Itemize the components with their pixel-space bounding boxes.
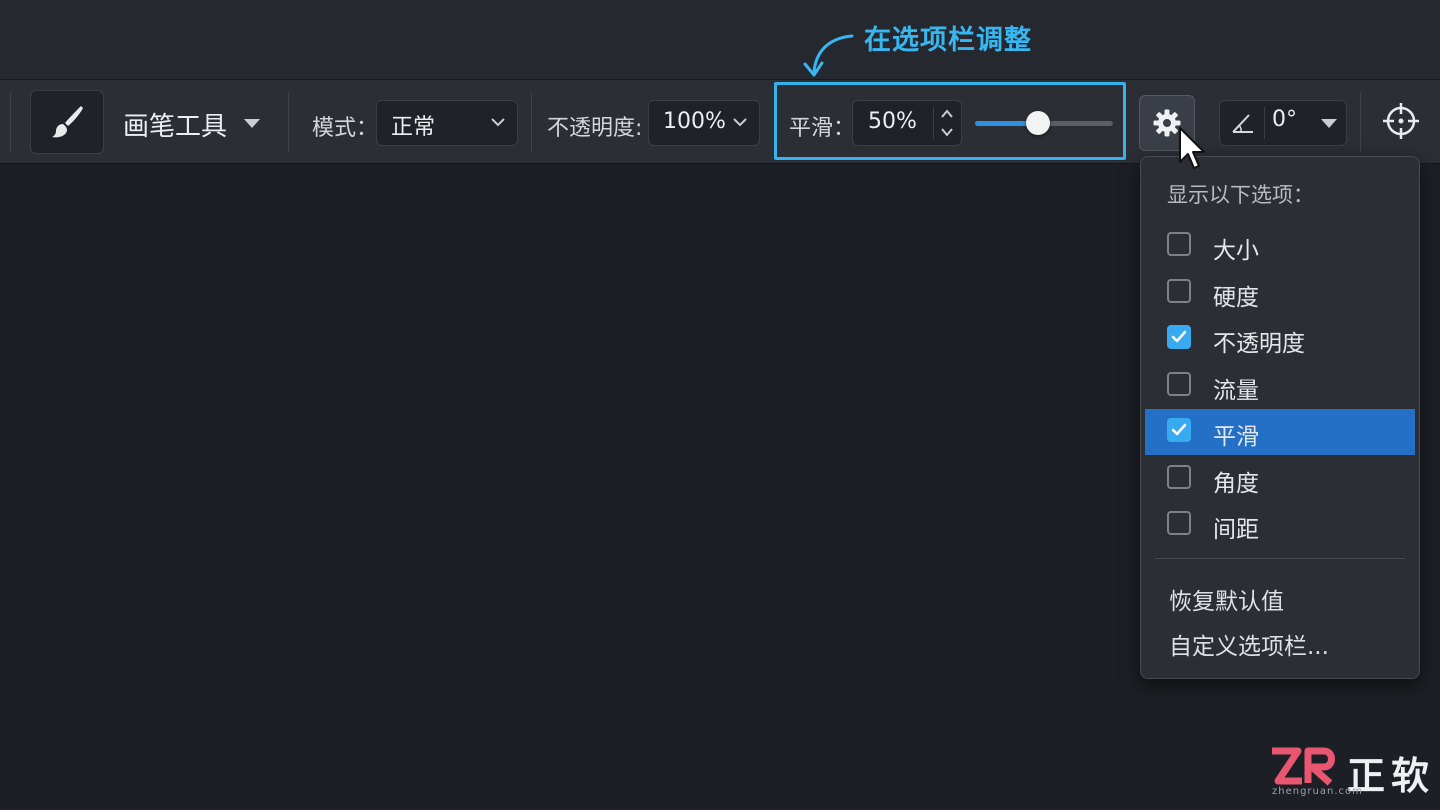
chevron-down-icon xyxy=(733,118,747,127)
menu-item-label: 大小 xyxy=(1213,238,1259,264)
spinner-divider xyxy=(933,107,934,139)
restore-defaults-item[interactable]: 恢复默认值 xyxy=(1169,582,1284,616)
smoothing-slider[interactable] xyxy=(975,111,1113,135)
menu-divider xyxy=(1155,558,1405,559)
customize-toolbar-item[interactable]: 自定义选项栏... xyxy=(1169,627,1329,661)
toolbar-divider xyxy=(288,92,289,152)
menu-item[interactable]: 间距 xyxy=(1145,502,1415,548)
tool-name-label[interactable]: 画笔工具 xyxy=(123,106,227,143)
toolbar-divider xyxy=(1360,92,1361,152)
checkbox[interactable] xyxy=(1167,371,1191,396)
checkbox[interactable] xyxy=(1167,278,1191,303)
toolbar-divider xyxy=(10,92,11,152)
smoothing-value: 50% xyxy=(868,109,917,134)
angle-divider xyxy=(1264,107,1265,139)
smoothing-input[interactable]: 50% xyxy=(852,100,962,146)
chevron-down-icon xyxy=(491,118,505,127)
menu-item-label: 流量 xyxy=(1213,377,1259,404)
menu-item[interactable]: 平滑 xyxy=(1145,409,1415,455)
menu-item-label: 硬度 xyxy=(1213,284,1259,311)
tool-preset-caret-icon[interactable] xyxy=(244,119,260,128)
brush-icon xyxy=(52,106,83,138)
angle-value: 0° xyxy=(1272,107,1297,132)
options-dropdown-menu: 显示以下选项： 大小硬度不透明度流量平滑角度间距 恢复默认值 自定义选项栏... xyxy=(1140,156,1420,679)
menu-item[interactable]: 流量 xyxy=(1145,363,1415,409)
watermark-subtext: zhengruan.com xyxy=(1272,786,1363,797)
crosshair-icon[interactable] xyxy=(1381,101,1421,141)
angle-icon xyxy=(1232,114,1253,133)
angle-select[interactable]: 0° xyxy=(1219,100,1347,146)
mouse-cursor-icon xyxy=(1179,127,1205,169)
mode-value: 正常 xyxy=(391,115,436,140)
spinner-up-icon[interactable] xyxy=(939,107,955,121)
mode-select[interactable]: 正常 xyxy=(376,100,518,146)
menu-item-label: 角度 xyxy=(1213,470,1259,497)
menu-item-label: 间距 xyxy=(1213,517,1259,543)
menu-item[interactable]: 硬度 xyxy=(1145,270,1415,316)
menu-item-label: 不透明度 xyxy=(1213,331,1305,357)
opacity-label: 不透明度: xyxy=(547,116,643,141)
opacity-select[interactable]: 100% xyxy=(648,100,760,146)
spinner-down-icon[interactable] xyxy=(939,125,955,139)
zr-logo xyxy=(1272,747,1335,786)
checkbox[interactable] xyxy=(1167,325,1191,349)
opacity-value: 100% xyxy=(663,109,726,134)
checkbox[interactable] xyxy=(1167,232,1191,256)
menu-item[interactable]: 大小 xyxy=(1145,223,1415,269)
checkbox[interactable] xyxy=(1167,464,1191,489)
annotation-arrow-icon xyxy=(803,34,854,77)
dropdown-header: 显示以下选项： xyxy=(1167,183,1314,207)
smoothing-label: 平滑： xyxy=(789,116,856,141)
menu-item[interactable]: 不透明度 xyxy=(1145,316,1415,362)
menu-item[interactable]: 角度 xyxy=(1145,456,1415,502)
checkmark-icon xyxy=(1171,423,1187,436)
top-band xyxy=(0,0,1440,80)
menu-item-label: 平滑 xyxy=(1213,424,1259,450)
brush-tool-button[interactable] xyxy=(30,90,104,154)
checkbox[interactable] xyxy=(1167,418,1191,442)
annotation-text: 在选项栏调整 xyxy=(864,25,1032,56)
checkbox[interactable] xyxy=(1167,511,1191,535)
checkmark-icon xyxy=(1171,330,1187,343)
mode-label: 模式： xyxy=(312,116,379,141)
caret-down-icon xyxy=(1321,119,1337,128)
toolbar-divider xyxy=(531,92,532,152)
